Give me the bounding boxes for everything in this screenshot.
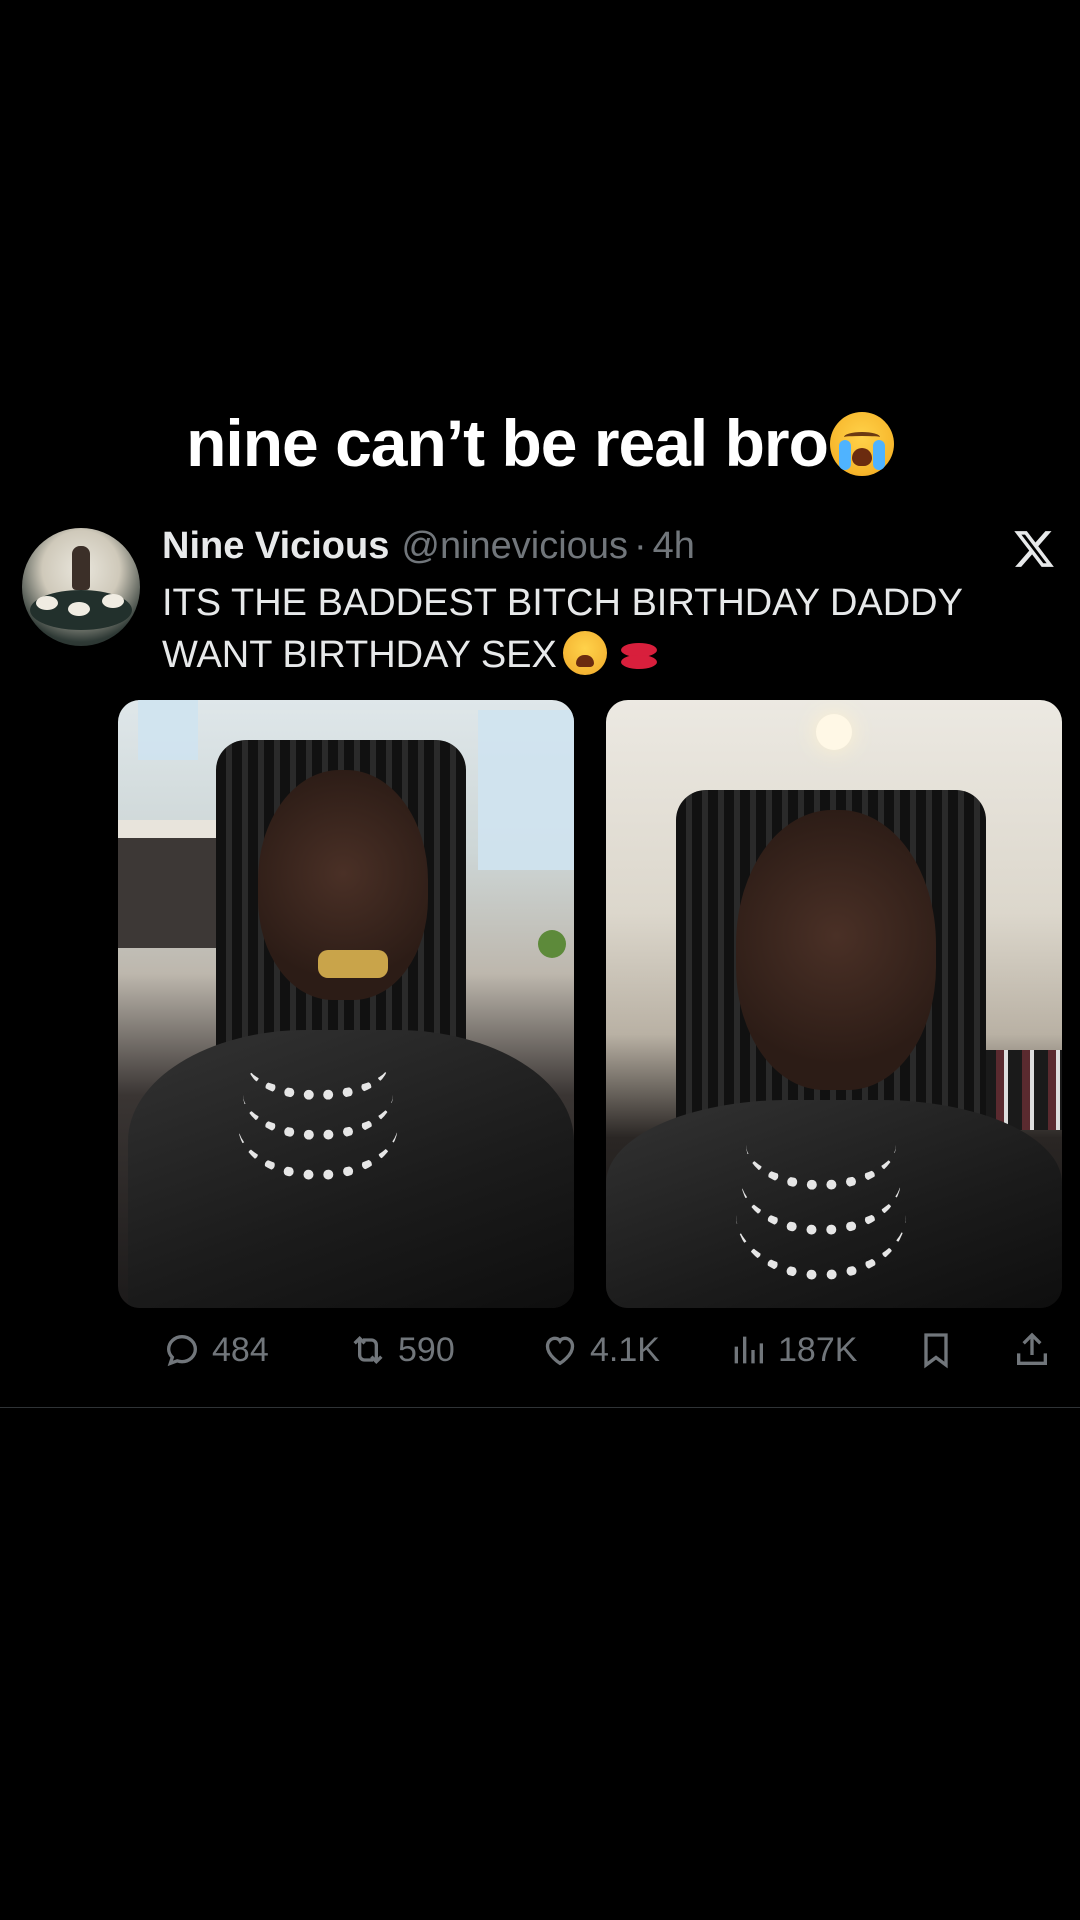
tweet-text: ITS THE BADDEST BITCH BIRTHDAY DADDY WAN… (162, 577, 1042, 681)
views-icon (734, 1336, 763, 1364)
tweet-timestamp[interactable]: 4h (653, 525, 695, 568)
like-count: 4.1K (590, 1330, 660, 1369)
tweet-actions: 484 590 4.1K 187K (162, 1330, 1062, 1380)
loudly-crying-face-icon (829, 412, 894, 476)
divider (0, 1407, 1080, 1408)
screen: nine can’t be real bro Nine Vicious @nin… (0, 0, 1080, 1920)
tweet-text-line-1: ITS THE BADDEST BITCH BIRTHDAY DADDY (162, 582, 963, 624)
tweet-photo-2[interactable] (606, 700, 1062, 1308)
retweet-button[interactable]: 590 (348, 1330, 455, 1370)
reply-count: 484 (212, 1330, 269, 1369)
share-button[interactable] (1012, 1330, 1062, 1370)
author-name[interactable]: Nine Vicious (162, 525, 389, 568)
retweet-icon (353, 1335, 383, 1365)
views-button[interactable]: 187K (728, 1330, 857, 1370)
kiss-mark-icon (617, 641, 661, 671)
retweet-count: 590 (398, 1330, 455, 1369)
reply-icon (166, 1334, 198, 1367)
reply-button[interactable]: 484 (162, 1330, 269, 1370)
author-handle[interactable]: @ninevicious (401, 525, 628, 568)
header-separator: · (633, 525, 647, 567)
like-button[interactable]: 4.1K (540, 1330, 660, 1370)
tweet-text-line-2: WANT BIRTHDAY SEX (162, 634, 557, 676)
views-count: 187K (778, 1330, 858, 1369)
tweet-header: Nine Vicious @ninevicious · 4h (162, 525, 695, 573)
tweet-photo-1[interactable] (118, 700, 574, 1308)
bookmark-button[interactable] (916, 1330, 966, 1370)
bookmark-icon (924, 1333, 948, 1369)
heart-icon (545, 1336, 575, 1366)
share-icon (1017, 1332, 1047, 1365)
tweet-text-line-2-wrap: WANT BIRTHDAY SEX (162, 629, 1042, 681)
x-logo-icon (1014, 531, 1054, 567)
caption-text: nine can’t be real bro (186, 406, 829, 480)
video-caption: nine can’t be real bro (0, 405, 1080, 481)
tweet-media (118, 700, 1062, 1308)
avatar[interactable] (22, 528, 140, 646)
weary-face-icon (562, 631, 607, 675)
